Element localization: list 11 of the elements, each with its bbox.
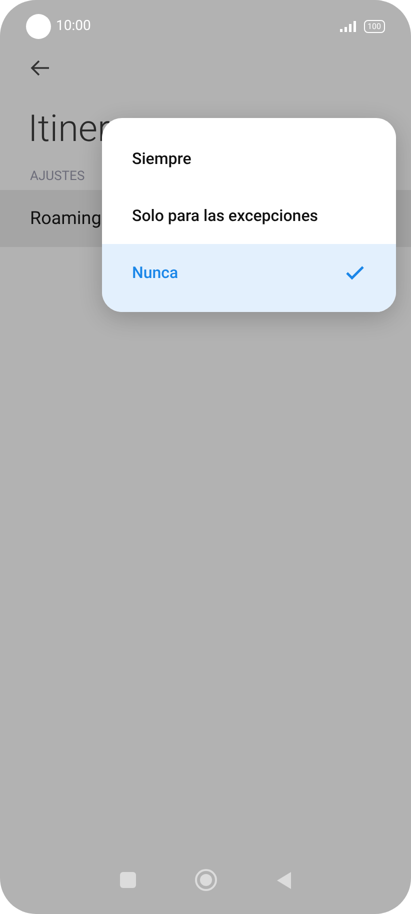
signal-icon [340,20,358,32]
battery-indicator: 100 [364,20,385,32]
check-icon [346,266,364,280]
camera-hole [26,14,51,38]
menu-option[interactable]: Siempre [102,130,396,187]
section-header: AJUSTES [30,168,85,186]
status-time: 10:00 [56,16,91,36]
back-button-icon[interactable] [277,872,292,888]
recents-button[interactable] [120,872,136,888]
home-button[interactable] [195,869,218,891]
menu-option[interactable]: Solo para las excepciones [102,187,396,244]
